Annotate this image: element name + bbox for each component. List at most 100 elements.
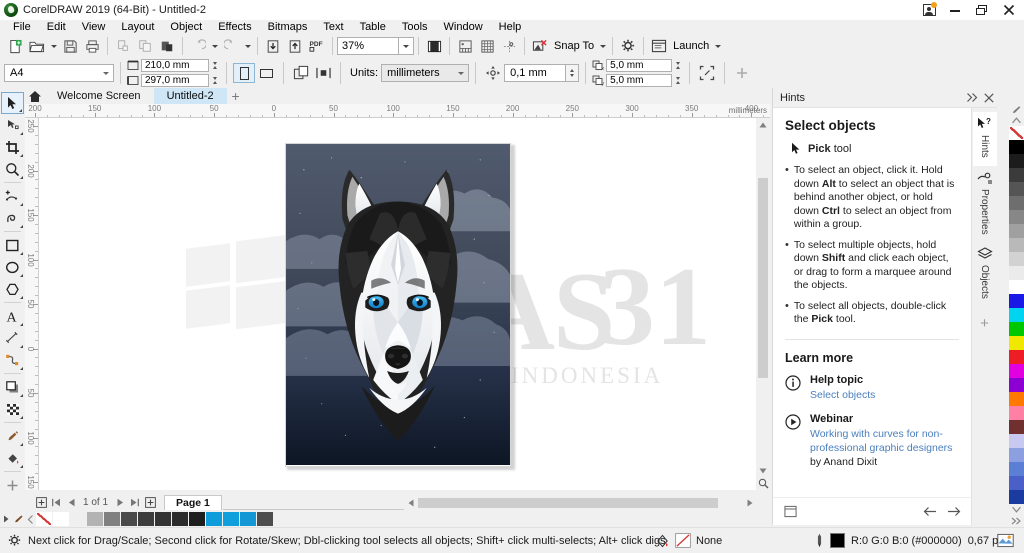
cut-icon[interactable] <box>112 35 134 57</box>
document-palette-swatch[interactable] <box>53 512 70 526</box>
webinar-link[interactable]: Working with curves for non-professional… <box>810 427 959 469</box>
drawing-canvas[interactable]: GAS 31 INDONESIA <box>39 118 770 490</box>
drop-shadow-tool[interactable] <box>1 376 24 398</box>
last-page-icon[interactable] <box>128 495 142 510</box>
palette-eyedropper-icon[interactable] <box>12 511 24 527</box>
launch-label[interactable]: Launch <box>670 40 712 52</box>
rectangle-tool[interactable] <box>1 234 24 256</box>
transparency-tool[interactable] <box>1 398 24 420</box>
scroll-down-arrow-icon[interactable] <box>756 464 770 477</box>
duplicate-y-field[interactable]: 5,0 mm <box>606 74 673 87</box>
color-swatch[interactable] <box>1008 126 1024 140</box>
printer-icon[interactable] <box>81 35 103 57</box>
menu-text[interactable]: Text <box>315 20 351 34</box>
color-swatch[interactable] <box>1008 196 1024 210</box>
color-swatch[interactable] <box>1008 392 1024 406</box>
forward-arrow-icon[interactable] <box>945 503 963 521</box>
pdf-icon[interactable]: PDF <box>306 35 328 57</box>
fill-color-icon[interactable] <box>655 534 670 548</box>
menu-window[interactable]: Window <box>436 20 491 34</box>
palette-scroll-up-icon[interactable] <box>1008 115 1024 126</box>
nudge-distance-field[interactable]: 0,1 mm <box>504 64 567 82</box>
color-swatch[interactable] <box>1008 462 1024 476</box>
page-height-spinner[interactable] <box>209 74 220 87</box>
color-swatch[interactable] <box>1008 476 1024 490</box>
zoom-to-fit-button[interactable] <box>756 477 770 490</box>
back-arrow-icon[interactable] <box>921 503 939 521</box>
document-palette-swatch[interactable] <box>223 512 240 526</box>
copy-icon[interactable] <box>134 35 156 57</box>
shape-tool[interactable] <box>1 114 24 136</box>
canvas-horizontal-scrollbar[interactable] <box>404 496 756 510</box>
guides-icon[interactable] <box>498 35 520 57</box>
close-icon[interactable] <box>994 0 1024 20</box>
previous-page-icon[interactable] <box>64 495 78 510</box>
open-folder-icon[interactable] <box>26 35 48 57</box>
home-icon[interactable] <box>26 88 44 104</box>
new-tab-button[interactable]: + <box>227 88 245 104</box>
polygon-tool[interactable] <box>1 278 24 300</box>
undo-arrow-icon[interactable] <box>187 35 209 57</box>
open-recent-dropdown[interactable] <box>48 35 59 57</box>
docker-tab-hints[interactable]: ? Hints <box>972 112 997 166</box>
current-page-only-button[interactable] <box>312 62 334 84</box>
freehand-tool[interactable] <box>1 185 24 207</box>
status-gear-icon[interactable] <box>0 533 28 548</box>
color-eyedropper-tool[interactable] <box>1 425 24 447</box>
document-palette-swatch[interactable] <box>36 512 53 526</box>
docker-home-icon[interactable] <box>781 503 799 521</box>
tab-untitled-2[interactable]: Untitled-2 <box>153 88 227 104</box>
palette-expand-icon[interactable] <box>1008 515 1024 526</box>
color-swatch[interactable] <box>1008 154 1024 168</box>
ellipse-tool[interactable] <box>1 256 24 278</box>
color-swatch[interactable] <box>1008 350 1024 364</box>
redo-arrow-icon[interactable] <box>220 35 242 57</box>
zoom-tool[interactable] <box>1 158 24 180</box>
all-pages-button[interactable] <box>290 62 312 84</box>
menu-object[interactable]: Object <box>162 20 210 34</box>
canvas-vertical-scrollbar[interactable] <box>756 118 770 490</box>
page-tab-1[interactable]: Page 1 <box>164 495 222 510</box>
document-palette-swatch[interactable] <box>172 512 189 526</box>
color-swatch[interactable] <box>1008 182 1024 196</box>
new-document-icon[interactable] <box>4 35 26 57</box>
document-palette-swatch[interactable] <box>155 512 172 526</box>
palette-swatch-list[interactable] <box>1008 126 1024 504</box>
redo-dropdown[interactable] <box>242 35 253 57</box>
add-page-before-icon[interactable] <box>34 495 48 510</box>
default-cmyk-palette[interactable] <box>1008 104 1024 527</box>
edit-drawing-area-button[interactable] <box>696 62 718 84</box>
menu-view[interactable]: View <box>74 20 114 34</box>
color-proof-icon[interactable] <box>997 533 1014 548</box>
vertical-scroll-thumb[interactable] <box>758 178 768 378</box>
document-palette-swatch[interactable] <box>206 512 223 526</box>
webinar-link-text[interactable]: Working with curves for non-professional… <box>810 428 952 454</box>
document-palette-swatch[interactable] <box>104 512 121 526</box>
page-size-combobox[interactable]: A4 <box>4 64 114 82</box>
docker-tab-objects[interactable]: Objects <box>973 242 997 307</box>
gear-icon[interactable] <box>617 35 639 57</box>
grid-icon[interactable] <box>476 35 498 57</box>
color-swatch[interactable] <box>1008 238 1024 252</box>
scroll-up-arrow-icon[interactable] <box>756 118 770 131</box>
color-swatch[interactable] <box>1008 308 1024 322</box>
duplicate-y-spinner[interactable] <box>672 74 683 87</box>
add-page-after-icon[interactable] <box>143 495 157 510</box>
close-docker-icon[interactable] <box>981 88 997 108</box>
menu-bitmaps[interactable]: Bitmaps <box>260 20 316 34</box>
next-page-icon[interactable] <box>113 495 127 510</box>
first-page-icon[interactable] <box>49 495 63 510</box>
fullscreen-icon[interactable] <box>423 35 445 57</box>
color-swatch[interactable] <box>1008 224 1024 238</box>
account-icon[interactable] <box>916 0 942 20</box>
palette-eyedropper-icon[interactable] <box>1008 104 1024 115</box>
vertical-ruler[interactable]: 250 200 150 100 50 0 50 100 150 <box>25 118 39 490</box>
zoom-level-combobox[interactable]: 37% <box>337 37 399 55</box>
snap-to-dropdown[interactable] <box>597 35 608 57</box>
menu-file[interactable]: File <box>5 20 39 34</box>
document-page[interactable] <box>285 143 511 467</box>
interactive-fill-tool[interactable] <box>1 447 24 469</box>
tab-welcome-screen[interactable]: Welcome Screen <box>44 88 154 104</box>
color-swatch[interactable] <box>1008 434 1024 448</box>
document-palette-swatch[interactable] <box>138 512 155 526</box>
